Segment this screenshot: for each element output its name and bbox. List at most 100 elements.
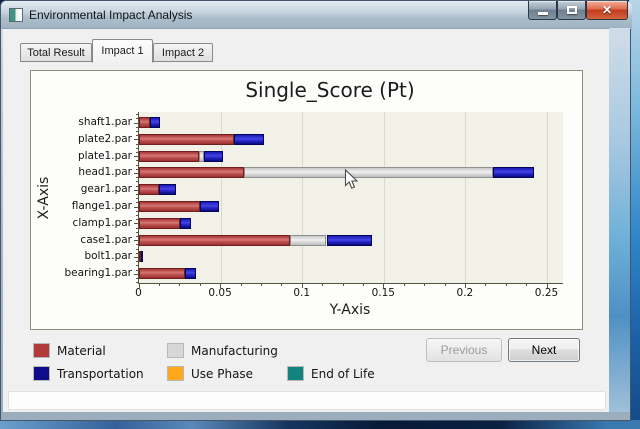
y-axis-minor-tick — [136, 131, 138, 132]
gridline — [302, 112, 303, 283]
next-button[interactable]: Next — [508, 338, 580, 362]
category-label: plate2.par — [30, 133, 132, 145]
minimize-button[interactable] — [528, 1, 557, 20]
y-axis-minor-tick — [136, 253, 138, 254]
legend-item: Material — [33, 343, 173, 359]
y-axis-minor-tick — [136, 135, 138, 136]
x-axis-tick-label: 0.2 — [457, 287, 474, 299]
x-axis-minor-tick — [281, 284, 282, 286]
y-axis-minor-tick — [136, 177, 138, 178]
category-label: flange1.par — [30, 200, 132, 212]
legend-item: Manufacturing — [167, 343, 307, 359]
bar-segment-transportation — [200, 201, 219, 212]
maximize-icon — [567, 6, 577, 14]
gridline — [547, 112, 548, 283]
legend-label: Material — [57, 344, 106, 358]
y-axis-minor-tick — [136, 169, 138, 170]
legend-item: Transportation — [33, 366, 173, 382]
tab-impact-1[interactable]: Impact 1 — [92, 39, 153, 63]
category-label: gear1.par — [30, 183, 132, 195]
bar-segment-manufacturing — [290, 235, 327, 246]
x-axis-minor-tick — [343, 284, 344, 286]
x-axis-minor-tick — [322, 284, 323, 286]
bar-segment-material — [139, 201, 200, 212]
y-axis-minor-tick — [136, 236, 138, 237]
y-axis-minor-tick — [136, 240, 138, 241]
bar-segment-transportation — [180, 218, 191, 229]
bar-segment-manufacturing — [244, 167, 493, 178]
screen: Environmental Impact Analysis ✕ Total Re… — [0, 0, 640, 429]
legend-label: Manufacturing — [191, 344, 278, 358]
status-strip — [8, 391, 606, 410]
y-axis-minor-tick — [136, 160, 138, 161]
gridline — [465, 112, 466, 283]
y-axis-minor-tick — [136, 152, 138, 153]
x-axis-tick-label: 0.1 — [293, 287, 310, 299]
tab-total-result[interactable]: Total Result — [20, 43, 92, 62]
bar-segment-material — [139, 151, 199, 162]
y-axis-minor-tick — [136, 148, 138, 149]
bar-segment-material — [139, 235, 290, 246]
chart-title: Single_Score (Pt) — [80, 78, 580, 102]
category-label: bolt1.par — [30, 250, 132, 262]
bar-segment-material — [139, 268, 185, 279]
x-axis-tick-label: 0 — [135, 287, 142, 299]
close-button[interactable]: ✕ — [586, 1, 628, 20]
x-axis-minor-tick — [506, 284, 507, 286]
legend-item: End of Life — [287, 366, 427, 382]
bar-segment-transportation — [493, 167, 534, 178]
y-axis-minor-tick — [136, 173, 138, 174]
desktop-background-bottom — [0, 420, 640, 429]
bar-segment-material — [139, 117, 150, 128]
category-label: shaft1.par — [30, 116, 132, 128]
category-label: bearing1.par — [30, 267, 132, 279]
x-axis-tick-label: 0.15 — [372, 287, 395, 299]
bar-segment-material — [139, 184, 159, 195]
bar-segment-transportation — [141, 251, 143, 262]
y-axis-minor-tick — [136, 228, 138, 229]
legend-swatch-use_phase — [167, 366, 184, 381]
y-axis-minor-tick — [136, 190, 138, 191]
legend-label: End of Life — [311, 367, 375, 381]
y-axis-minor-tick — [136, 223, 138, 224]
y-axis-minor-tick — [136, 278, 138, 279]
previous-button[interactable]: Previous — [426, 338, 502, 362]
legend-item: Use Phase — [167, 366, 307, 382]
category-label: case1.par — [30, 234, 132, 246]
bar-segment-transportation — [159, 184, 176, 195]
x-axis-minor-tick — [445, 284, 446, 286]
legend-label: Use Phase — [191, 367, 253, 381]
bar-segment-transportation — [327, 235, 373, 246]
y-axis-minor-tick — [136, 244, 138, 245]
x-axis-title: Y-Axis — [138, 302, 562, 318]
y-axis-minor-tick — [136, 261, 138, 262]
bar-segment-transportation — [150, 117, 160, 128]
y-axis-minor-tick — [136, 219, 138, 220]
mouse-cursor-icon — [344, 169, 359, 191]
x-axis-minor-tick — [200, 284, 201, 286]
legend-swatch-material — [33, 343, 50, 358]
y-axis-minor-tick — [136, 232, 138, 233]
window-border-right — [609, 28, 630, 412]
minimize-icon — [538, 12, 548, 15]
y-axis-minor-tick — [136, 215, 138, 216]
y-axis-minor-tick — [136, 127, 138, 128]
category-label: clamp1.par — [30, 217, 132, 229]
y-axis-minor-tick — [136, 265, 138, 266]
y-axis-minor-tick — [136, 207, 138, 208]
bar-segment-material — [139, 134, 234, 145]
y-axis-minor-tick — [136, 139, 138, 140]
maximize-button[interactable] — [557, 1, 586, 20]
bar-segment-transportation — [204, 151, 223, 162]
x-axis-minor-tick — [159, 284, 160, 286]
y-axis-minor-tick — [136, 186, 138, 187]
x-axis-minor-tick — [424, 284, 425, 286]
tab-impact-2[interactable]: Impact 2 — [153, 43, 213, 62]
x-axis-minor-tick — [526, 284, 527, 286]
bar-segment-material — [139, 167, 244, 178]
y-axis-minor-tick — [136, 282, 138, 283]
legend-label: Transportation — [57, 367, 144, 381]
legend-swatch-end_of_life — [287, 366, 304, 381]
app-icon — [9, 8, 23, 22]
x-axis-minor-tick — [363, 284, 364, 286]
